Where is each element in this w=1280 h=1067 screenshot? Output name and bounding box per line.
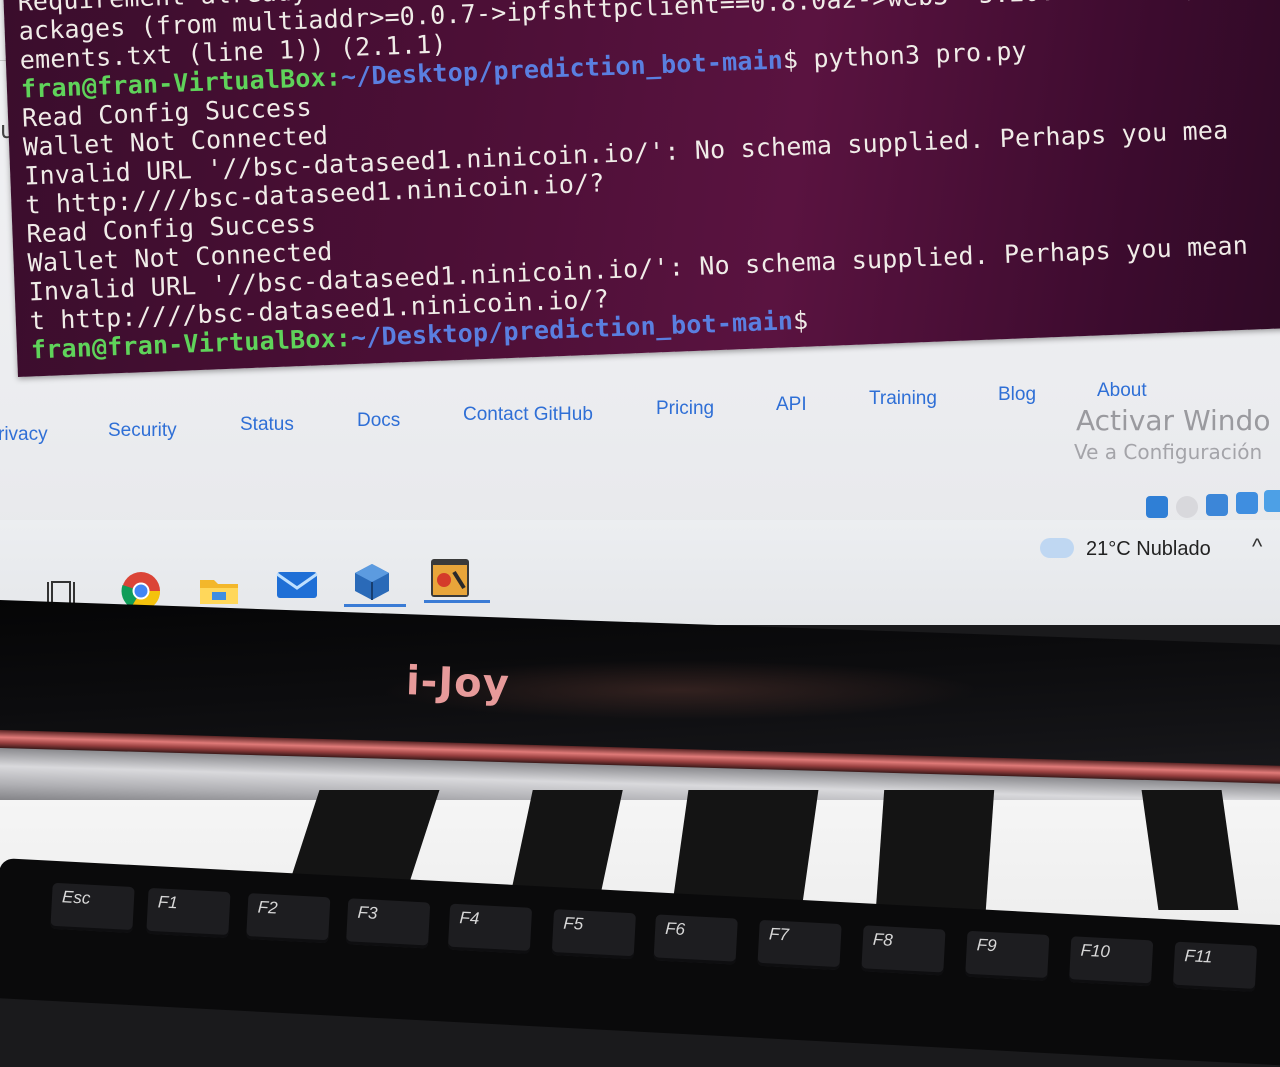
- circle-tray-icon[interactable]: [1176, 496, 1198, 518]
- key-f8[interactable]: F8: [861, 925, 946, 976]
- activate-windows-title: Activar Windo: [1076, 404, 1271, 437]
- key-f4[interactable]: F4: [447, 903, 533, 954]
- weather-status[interactable]: 21°C Nublado: [1086, 538, 1211, 561]
- footer-link-about[interactable]: About: [1097, 380, 1147, 402]
- cloud-tray-icon[interactable]: [1264, 490, 1280, 512]
- terminal-window[interactable]: Requirement already satisfiedackages (fr…: [2, 0, 1280, 377]
- footer-link-pricing[interactable]: Pricing: [656, 398, 714, 420]
- footer-link-privacy[interactable]: rivacy: [0, 424, 48, 446]
- app-icon[interactable]: [430, 558, 470, 598]
- key-f10[interactable]: F10: [1068, 936, 1154, 987]
- key-f9[interactable]: F9: [965, 930, 1050, 981]
- key-f2[interactable]: F2: [246, 893, 331, 944]
- activate-windows-subtitle: Ve a Configuración: [1074, 440, 1263, 464]
- network-tray-icon[interactable]: [1236, 492, 1258, 514]
- footer-link-training[interactable]: Training: [869, 388, 937, 410]
- virtualbox-icon[interactable]: [352, 562, 392, 602]
- weather-cloud-icon[interactable]: [1040, 538, 1074, 558]
- prompt-sign: $: [792, 305, 809, 336]
- footer-link-status[interactable]: Status: [240, 414, 294, 436]
- app-indicator: [424, 600, 490, 603]
- chevron-up-icon[interactable]: ^: [1252, 534, 1262, 560]
- mat-pattern: [1141, 790, 1239, 910]
- footer-link-api[interactable]: API: [776, 394, 807, 416]
- key-f5[interactable]: F5: [551, 909, 636, 960]
- key-f1[interactable]: F1: [146, 887, 231, 939]
- security-tray-icon[interactable]: [1146, 496, 1168, 518]
- folder-tray-icon[interactable]: [1206, 494, 1228, 516]
- mat-pattern: [671, 790, 819, 910]
- footer-link-docs[interactable]: Docs: [357, 410, 400, 432]
- key-f3[interactable]: F3: [345, 898, 431, 949]
- key-f7[interactable]: F7: [757, 919, 842, 971]
- active-app-indicator: [344, 604, 406, 607]
- mail-icon[interactable]: [276, 568, 318, 608]
- footer-link-contact-github[interactable]: Contact GitHub: [463, 404, 593, 426]
- key-f11[interactable]: F11: [1172, 941, 1258, 992]
- footer-link-blog[interactable]: Blog: [998, 384, 1036, 406]
- prompt-sign: $: [782, 44, 799, 75]
- file-explorer-icon[interactable]: [198, 570, 238, 610]
- key-f6[interactable]: F6: [653, 914, 738, 965]
- brand-logo: i-Joy: [405, 658, 511, 708]
- monitor-screen: udo Requirement already satisfiedackages…: [0, 0, 1280, 625]
- footer-link-security[interactable]: Security: [108, 420, 177, 442]
- key-esc[interactable]: Esc: [50, 882, 135, 934]
- mat-pattern: [875, 790, 995, 910]
